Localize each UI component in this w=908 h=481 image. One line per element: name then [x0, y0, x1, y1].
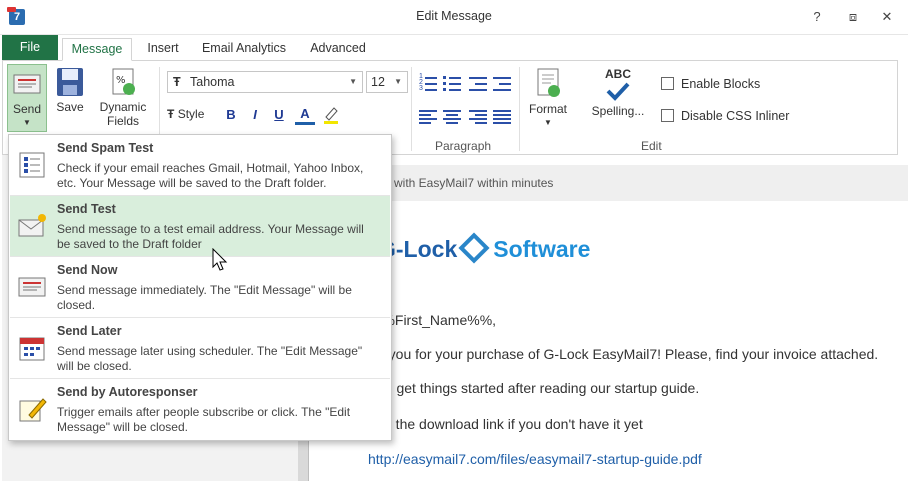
close-button[interactable]: ✕ [876, 8, 898, 26]
bullet-list-icon[interactable] [443, 76, 461, 92]
checkbox-icon [661, 109, 674, 122]
tab-insert[interactable]: Insert [138, 38, 188, 61]
underline-button[interactable]: U [269, 105, 289, 125]
download-link[interactable]: http://easymail7.com/files/easymail7-sta… [368, 451, 702, 467]
send-button[interactable]: Send ▼ [7, 64, 47, 132]
format-button[interactable]: Format ▼ [523, 67, 573, 130]
dynamic-fields-label-2: Fields [106, 114, 139, 128]
envelope-star-icon [18, 214, 46, 237]
menu-item-send-test[interactable]: Send Test Send message to a test email a… [10, 196, 390, 257]
ribbon-separator [411, 67, 412, 151]
enable-blocks-label: Enable Blocks [681, 77, 761, 91]
menu-item-desc: Trigger emails after people subscribe or… [57, 405, 351, 434]
chevron-down-icon: ▼ [544, 118, 552, 127]
title-bar: 7 Edit Message ? ⧈ ✕ [0, 0, 908, 35]
chevron-down-icon: ▼ [23, 118, 31, 127]
floppy-disk-icon [57, 68, 83, 96]
font-size-select[interactable]: 12 ▼ [366, 71, 408, 93]
send-icon [13, 74, 41, 94]
menu-item-title: Send Later [57, 324, 122, 338]
send-dropdown-menu: Send Spam Test Check if your email reach… [8, 134, 392, 441]
window-title: Edit Message [416, 9, 492, 23]
disable-css-inliner-checkbox[interactable]: Disable CSS Inliner [661, 109, 789, 123]
calendar-icon [19, 337, 45, 361]
tab-advanced[interactable]: Advanced [302, 38, 374, 61]
font-size-value: 12 [371, 75, 385, 89]
font-name-select[interactable]: Ŧ Tahoma ▼ [167, 71, 363, 93]
spelling-abc-label: ABC [605, 67, 631, 81]
logo-diamond-icon [458, 232, 490, 264]
align-left-icon[interactable] [419, 109, 437, 125]
dynamic-fields-button[interactable]: % Dynamic Fields [95, 67, 151, 128]
paragraph-group-label: Paragraph [435, 139, 492, 153]
disable-css-inliner-label: Disable CSS Inliner [681, 109, 790, 123]
edit-group-label: Edit [641, 139, 662, 153]
enable-blocks-checkbox[interactable]: Enable Blocks [661, 77, 760, 91]
chevron-down-icon: ▼ [349, 77, 357, 86]
help-button[interactable]: ? [806, 8, 828, 26]
style-label: Style [177, 107, 205, 121]
font-icon: Ŧ [173, 75, 181, 89]
svg-text:%: % [116, 75, 126, 86]
tab-email-analytics[interactable]: Email Analytics [196, 38, 292, 61]
font-name-value: Tahoma [190, 75, 235, 89]
body-line-1: nk you for your purchase of G-Lock EasyM… [370, 346, 879, 362]
align-center-icon[interactable] [443, 109, 461, 125]
ribbon-separator [519, 67, 520, 151]
preheader-text: with EasyMail7 within minutes [308, 165, 908, 201]
menu-item-title: Send Test [57, 202, 116, 216]
style-button[interactable]: Ŧ Style [167, 107, 217, 121]
italic-button[interactable]: I [245, 105, 265, 125]
tab-message[interactable]: Message [62, 38, 132, 61]
menu-item-title: Send Spam Test [57, 141, 154, 155]
format-icon [537, 68, 560, 97]
highlighter-icon [324, 107, 338, 124]
menu-item-desc: Send message later using scheduler. The … [57, 344, 363, 373]
menu-item-send-now[interactable]: Send Now Send message immediately. The "… [10, 257, 390, 318]
menu-item-send-spam-test[interactable]: Send Spam Test Check if your email reach… [10, 135, 390, 196]
menu-item-title: Send Now [57, 263, 118, 277]
format-label: Format [528, 102, 567, 116]
outdent-icon[interactable] [469, 76, 487, 92]
body-line-3: e is the download link if you don't have… [370, 416, 643, 432]
bold-button[interactable]: B [221, 105, 241, 125]
font-color-button[interactable]: A [295, 105, 315, 125]
dynamic-fields-icon: % [112, 68, 135, 95]
ribbon-tabs: File Message Insert Email Analytics Adva… [0, 35, 908, 61]
menu-item-desc: Check if your email reaches Gmail, Hotma… [57, 161, 364, 190]
menu-item-desc: Send message immediately. The "Edit Mess… [57, 283, 352, 312]
ordered-list-icon[interactable]: 123 [419, 73, 437, 92]
save-label: Save [56, 100, 84, 114]
menu-item-send-later[interactable]: Send Later Send message later using sche… [10, 318, 390, 379]
align-right-icon[interactable] [469, 109, 487, 125]
checklist-icon [19, 152, 45, 178]
justify-icon[interactable] [493, 109, 511, 125]
message-icon [18, 277, 46, 297]
checkbox-icon [661, 77, 674, 90]
checkmark-icon [606, 82, 630, 101]
spelling-button[interactable]: ABC Spelling... [587, 67, 649, 118]
send-label: Send [12, 102, 42, 116]
restore-button[interactable]: ⧈ [842, 8, 864, 26]
menu-item-title: Send by Autoresponser [57, 385, 198, 399]
chevron-down-icon: ▼ [394, 77, 402, 86]
company-logo: G-Lock Software [378, 232, 590, 266]
dynamic-fields-label-1: Dynamic [99, 100, 147, 114]
save-button[interactable]: Save [51, 67, 89, 114]
mouse-cursor-icon [212, 248, 228, 271]
style-icon: Ŧ [167, 107, 175, 121]
indent-icon[interactable] [493, 76, 511, 92]
spelling-label: Spelling... [591, 104, 645, 118]
menu-item-send-by-autoresponser[interactable]: Send by Autoresponser Trigger emails aft… [10, 379, 390, 440]
body-line-2: can get things started after reading our… [370, 380, 700, 396]
tab-file[interactable]: File [2, 35, 58, 61]
pencil-note-icon [19, 398, 47, 422]
highlight-button[interactable] [321, 105, 341, 125]
